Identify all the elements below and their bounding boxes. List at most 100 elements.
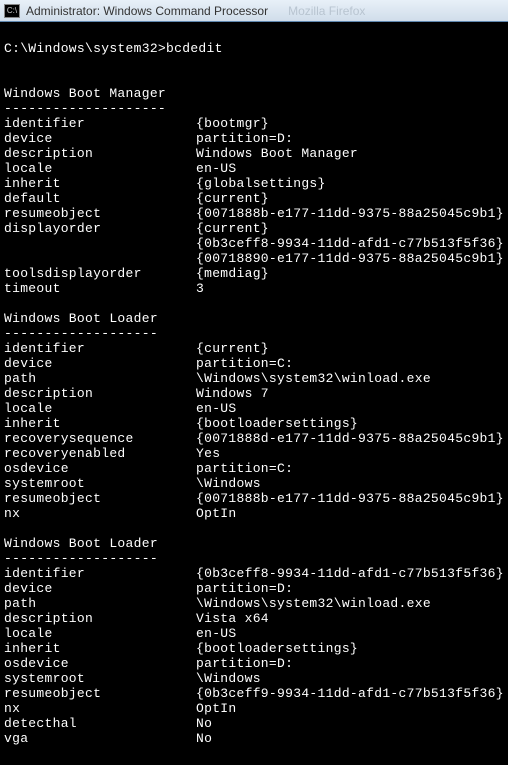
kv-value: No: [196, 716, 212, 731]
kv-value: Vista x64: [196, 611, 269, 626]
kv-key: inherit: [4, 416, 196, 431]
kv-row: identifier{0b3ceff8-9934-11dd-afd1-c77b5…: [4, 566, 504, 581]
kv-key: inherit: [4, 641, 196, 656]
kv-row: recoverysequence{0071888d-e177-11dd-9375…: [4, 431, 504, 446]
kv-row: descriptionWindows 7: [4, 386, 504, 401]
kv-value: en-US: [196, 401, 237, 416]
kv-value: partition=C:: [196, 356, 293, 371]
kv-key: device: [4, 581, 196, 596]
kv-value: \Windows\system32\winload.exe: [196, 371, 431, 386]
kv-key: locale: [4, 161, 196, 176]
kv-row: localeen-US: [4, 626, 504, 641]
kv-key: recoveryenabled: [4, 446, 196, 461]
kv-key: resumeobject: [4, 206, 196, 221]
kv-value: {00718890-e177-11dd-9375-88a25045c9b1}: [196, 251, 504, 266]
kv-value: \Windows\system32\winload.exe: [196, 596, 431, 611]
kv-value: No: [196, 731, 212, 746]
kv-row: vgaNo: [4, 731, 504, 746]
kv-row: resumeobject{0071888b-e177-11dd-9375-88a…: [4, 206, 504, 221]
kv-value: partition=D:: [196, 581, 293, 596]
kv-value: {0071888b-e177-11dd-9375-88a25045c9b1}: [196, 491, 504, 506]
kv-value: 3: [196, 281, 204, 296]
kv-value: \Windows: [196, 671, 261, 686]
kv-row: displayorder{current}: [4, 221, 504, 236]
kv-row: identifier{bootmgr}: [4, 116, 504, 131]
kv-key: detecthal: [4, 716, 196, 731]
kv-key: systemroot: [4, 476, 196, 491]
kv-value: Windows Boot Manager: [196, 146, 358, 161]
kv-key: vga: [4, 731, 196, 746]
kv-row: devicepartition=C:: [4, 356, 504, 371]
kv-row: identifier{current}: [4, 341, 504, 356]
kv-value: OptIn: [196, 701, 237, 716]
kv-value: {current}: [196, 341, 269, 356]
kv-value: {bootloadersettings}: [196, 416, 358, 431]
kv-key: resumeobject: [4, 491, 196, 506]
kv-row: recoveryenabledYes: [4, 446, 504, 461]
kv-row: osdevicepartition=C:: [4, 461, 504, 476]
kv-value: {0b3ceff8-9934-11dd-afd1-c77b513f5f36}: [196, 566, 504, 581]
cmd-icon-label: C:\: [7, 6, 17, 15]
kv-key: displayorder: [4, 221, 196, 236]
kv-row: resumeobject{0071888b-e177-11dd-9375-88a…: [4, 491, 504, 506]
section-divider: -------------------: [4, 326, 504, 341]
kv-row: nxOptIn: [4, 506, 504, 521]
kv-key: toolsdisplayorder: [4, 266, 196, 281]
kv-key: description: [4, 146, 196, 161]
kv-value: en-US: [196, 161, 237, 176]
kv-key: osdevice: [4, 656, 196, 671]
kv-value: {bootloadersettings}: [196, 641, 358, 656]
kv-key: identifier: [4, 341, 196, 356]
kv-key: recoverysequence: [4, 431, 196, 446]
kv-key: resumeobject: [4, 686, 196, 701]
kv-key: path: [4, 371, 196, 386]
kv-row: {0b3ceff8-9934-11dd-afd1-c77b513f5f36}: [4, 236, 504, 251]
kv-row: devicepartition=D:: [4, 581, 504, 596]
kv-value: {current}: [196, 191, 269, 206]
kv-row: resumeobject{0b3ceff9-9934-11dd-afd1-c77…: [4, 686, 504, 701]
window-title-bar[interactable]: C:\ Administrator: Windows Command Proce…: [0, 0, 508, 22]
kv-key: locale: [4, 401, 196, 416]
kv-key: [4, 251, 196, 266]
cmd-icon: C:\: [4, 4, 20, 18]
kv-row: toolsdisplayorder{memdiag}: [4, 266, 504, 281]
command-prompt-line: C:\Windows\system32>bcdedit: [4, 41, 504, 56]
kv-row: nxOptIn: [4, 701, 504, 716]
kv-key: systemroot: [4, 671, 196, 686]
kv-row: osdevicepartition=D:: [4, 656, 504, 671]
kv-row: inherit{globalsettings}: [4, 176, 504, 191]
kv-key: timeout: [4, 281, 196, 296]
kv-key: device: [4, 131, 196, 146]
kv-value: {current}: [196, 221, 269, 236]
kv-key: nx: [4, 701, 196, 716]
console-sections: Windows Boot Manager ------------------- -…: [4, 86, 504, 746]
section-header: Windows Boot Manager: [4, 86, 504, 101]
kv-row: devicepartition=D:: [4, 131, 504, 146]
section-header: Windows Boot Loader: [4, 536, 504, 551]
kv-value: {globalsettings}: [196, 176, 326, 191]
kv-key: inherit: [4, 176, 196, 191]
kv-value: {bootmgr}: [196, 116, 269, 131]
window-title-ghost: Mozilla Firefox: [288, 4, 365, 18]
kv-row: default{current}: [4, 191, 504, 206]
console-output[interactable]: C:\Windows\system32>bcdedit Windows Boot…: [0, 22, 508, 765]
kv-row: detecthalNo: [4, 716, 504, 731]
kv-row: systemroot\Windows: [4, 671, 504, 686]
kv-key: description: [4, 611, 196, 626]
kv-value: {0b3ceff9-9934-11dd-afd1-c77b513f5f36}: [196, 686, 504, 701]
kv-row: inherit{bootloadersettings}: [4, 641, 504, 656]
kv-key: nx: [4, 506, 196, 521]
section-divider: -------------------: [4, 551, 504, 566]
kv-row: localeen-US: [4, 401, 504, 416]
kv-row: localeen-US: [4, 161, 504, 176]
kv-value: OptIn: [196, 506, 237, 521]
kv-row: path\Windows\system32\winload.exe: [4, 596, 504, 611]
kv-key: [4, 236, 196, 251]
kv-row: systemroot\Windows: [4, 476, 504, 491]
kv-value: {memdiag}: [196, 266, 269, 281]
kv-row: inherit{bootloadersettings}: [4, 416, 504, 431]
kv-row: path\Windows\system32\winload.exe: [4, 371, 504, 386]
kv-value: \Windows: [196, 476, 261, 491]
kv-key: identifier: [4, 566, 196, 581]
kv-key: osdevice: [4, 461, 196, 476]
